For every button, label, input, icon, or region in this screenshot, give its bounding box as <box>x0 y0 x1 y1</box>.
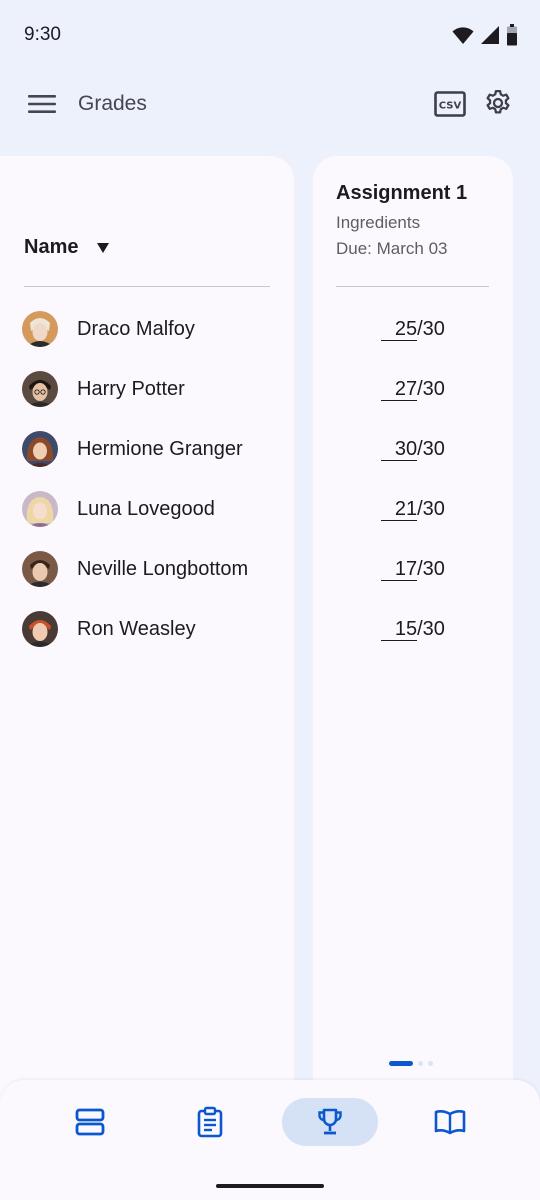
student-name: Neville Longbottom <box>77 557 249 580</box>
bottom-navigation <box>0 1080 540 1200</box>
grade-max: /30 <box>417 558 445 580</box>
avatar <box>22 431 58 467</box>
assignment-due-date: Due: March 03 <box>336 239 448 258</box>
page-dot-active[interactable] <box>389 1061 413 1066</box>
name-column-header[interactable]: Name <box>24 236 110 259</box>
battery-icon <box>507 24 517 46</box>
clipboard-icon <box>197 1106 223 1138</box>
sort-down-icon <box>97 242 110 253</box>
grade-cell: 30/30 <box>313 427 513 471</box>
avatar <box>22 611 58 647</box>
header-divider <box>24 286 270 287</box>
trophy-icon <box>318 1108 342 1135</box>
cellular-signal-icon <box>481 26 499 44</box>
csv-icon: CSV <box>434 91 466 117</box>
page-indicator <box>389 1061 433 1066</box>
student-row[interactable]: Luna Lovegood <box>22 487 215 531</box>
assignment-card: Assignment 1 Ingredients Due: March 03 2… <box>313 156 513 1116</box>
nav-item-classwork[interactable] <box>162 1098 258 1146</box>
stream-icon <box>75 1108 105 1136</box>
assignment-title[interactable]: Assignment 1 <box>336 182 467 205</box>
wifi-icon <box>452 27 474 44</box>
grade-cell: 21/30 <box>313 487 513 531</box>
gear-icon <box>486 90 510 114</box>
grade-max: /30 <box>417 318 445 340</box>
assignment-subtitle: Ingredients <box>336 213 421 232</box>
grade-input[interactable]: 27 <box>381 378 418 401</box>
student-row[interactable]: Neville Longbottom <box>22 547 248 591</box>
export-csv-button[interactable]: CSV <box>430 84 470 124</box>
settings-button[interactable] <box>478 83 518 123</box>
name-header-label: Name <box>24 236 79 258</box>
student-row[interactable]: Ron Weasley <box>22 607 196 651</box>
grade-max: /30 <box>417 378 445 400</box>
grade-input[interactable]: 25 <box>381 318 418 341</box>
menu-icon <box>28 95 56 113</box>
student-name: Luna Lovegood <box>77 497 215 520</box>
grade-cell: 15/30 <box>313 607 513 651</box>
student-name: Hermione Granger <box>77 437 243 460</box>
grade-max: /30 <box>417 618 445 640</box>
avatar <box>22 491 58 527</box>
student-name: Harry Potter <box>77 377 185 400</box>
grade-cell: 17/30 <box>313 547 513 591</box>
status-time: 9:30 <box>24 24 61 45</box>
student-name: Draco Malfoy <box>77 317 195 340</box>
svg-text:CSV: CSV <box>439 101 462 112</box>
page-title: Grades <box>78 92 147 115</box>
avatar <box>22 371 58 407</box>
grade-cell: 25/30 <box>313 307 513 351</box>
student-row[interactable]: Harry Potter <box>22 367 185 411</box>
grade-max: /30 <box>417 498 445 520</box>
book-icon <box>434 1110 466 1135</box>
grade-input[interactable]: 17 <box>381 558 418 581</box>
grade-input[interactable]: 21 <box>381 498 418 521</box>
nav-item-library[interactable] <box>402 1098 498 1146</box>
avatar <box>22 311 58 347</box>
page-dot[interactable] <box>428 1061 433 1066</box>
students-panel: Name Draco Malfoy Harry Potter Hermione … <box>0 156 294 1116</box>
grade-cell: 27/30 <box>313 367 513 411</box>
student-name: Ron Weasley <box>77 617 196 640</box>
page-dot[interactable] <box>418 1061 423 1066</box>
menu-button[interactable] <box>20 84 64 124</box>
grade-input[interactable]: 15 <box>381 618 418 641</box>
status-icons <box>452 24 518 46</box>
assignment-divider <box>336 286 489 287</box>
nav-item-stream[interactable] <box>42 1098 138 1146</box>
student-row[interactable]: Draco Malfoy <box>22 307 195 351</box>
top-app-bar: Grades CSV <box>0 70 540 136</box>
nav-item-grades[interactable] <box>282 1098 378 1146</box>
grade-max: /30 <box>417 438 445 460</box>
avatar <box>22 551 58 587</box>
home-indicator[interactable] <box>216 1184 324 1188</box>
grade-input[interactable]: 30 <box>381 438 418 461</box>
status-bar: 9:30 <box>0 0 540 70</box>
student-row[interactable]: Hermione Granger <box>22 427 243 471</box>
